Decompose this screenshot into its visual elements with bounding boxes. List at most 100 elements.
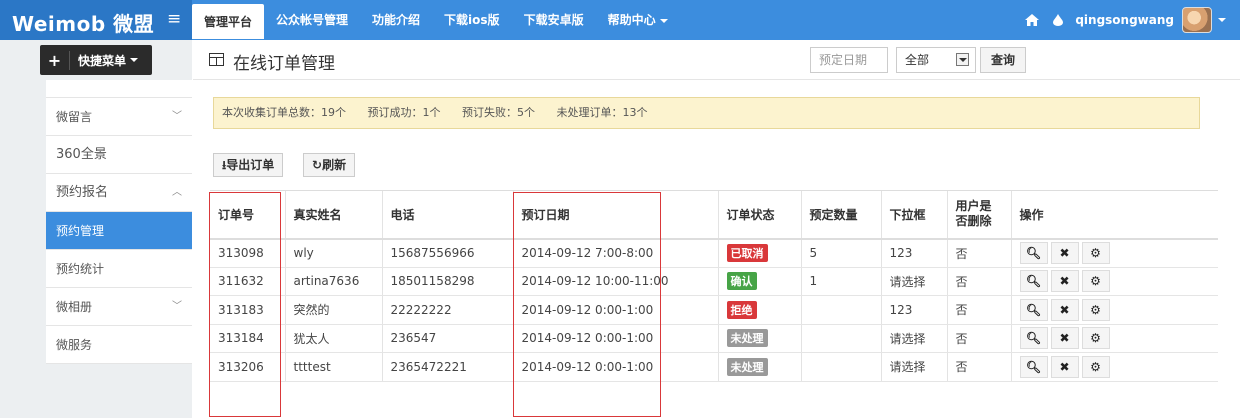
cell-user-deleted: 否	[946, 267, 1011, 296]
col-header-quantity[interactable]: 预定数量	[800, 190, 881, 240]
delete-button[interactable]: ✖	[1050, 355, 1079, 378]
refresh-label: 刷新	[322, 158, 347, 172]
nav-item-admin-platform[interactable]: 管理平台	[192, 4, 265, 39]
chevron-down-icon[interactable]	[1218, 18, 1226, 22]
table-header-row: 订单号 真实姓名 电话 预订日期 订单状态 预定数量 下拉框 用户是否删除 操作	[210, 190, 1218, 240]
col-header-phone[interactable]: 电话	[381, 190, 513, 240]
cell-actions: 🔍︎ ✖ ⚙	[1010, 267, 1218, 296]
view-button[interactable]: 🔍︎	[1019, 242, 1048, 264]
table-row[interactable]: 313183 突然的 22222222 2014-09-12 0:00-1:00…	[210, 295, 1218, 325]
sidebar-item-label: 预约统计	[56, 262, 105, 276]
reservation-date-input[interactable]: 预定日期	[810, 47, 888, 73]
cell-actions: 🔍︎ ✖ ⚙	[1010, 352, 1218, 382]
sidebar-item-label: 微相册	[56, 300, 93, 314]
status-filter-select[interactable]: 全部	[896, 47, 976, 73]
nav-item-download-ios[interactable]: 下载ios版	[432, 0, 512, 40]
status-filter-value: 全部	[905, 53, 930, 67]
search-icon: 🔍︎	[1025, 246, 1042, 260]
cell-user-deleted: 否	[946, 352, 1011, 382]
settings-button[interactable]: ⚙	[1081, 270, 1110, 293]
logo[interactable]: Weimob 微盟	[12, 8, 154, 37]
status-badge: 未处理	[726, 329, 768, 348]
cell-actions: 🔍︎ ✖ ⚙	[1010, 238, 1218, 268]
export-orders-button[interactable]: ⭳导出订单	[213, 153, 284, 177]
close-icon: ✖	[1059, 302, 1070, 317]
settings-button[interactable]: ⚙	[1081, 298, 1110, 321]
settings-button[interactable]: ⚙	[1081, 327, 1110, 350]
cell-dropdown: 请选择	[880, 267, 947, 296]
settings-button[interactable]: ⚙	[1081, 355, 1110, 378]
table-row[interactable]: 313098 wly 15687556966 2014-09-12 7:00-8…	[210, 238, 1218, 268]
chevron-down-icon	[130, 58, 139, 62]
view-button[interactable]: 🔍︎	[1019, 270, 1048, 293]
cell-real-name: wly	[284, 238, 382, 268]
select-arrow-icon	[956, 53, 969, 66]
col-header-reservation-date[interactable]: 预订日期	[512, 190, 718, 240]
chevron-up-icon: ︿	[172, 187, 182, 198]
nav-item-help-center[interactable]: 帮助中心	[596, 0, 680, 40]
search-icon: 🔍︎	[1025, 274, 1042, 289]
status-badge: 拒绝	[726, 300, 757, 319]
col-header-user-deleted[interactable]: 用户是否删除	[946, 190, 1011, 240]
view-button[interactable]: 🔍︎	[1019, 355, 1048, 378]
view-button[interactable]: 🔍︎	[1019, 327, 1048, 350]
delete-button[interactable]: ✖	[1050, 242, 1079, 264]
cell-reservation-date: 2014-09-12 0:00-1:00	[512, 352, 718, 382]
cell-status: 未处理	[717, 324, 801, 353]
username[interactable]: qingsongwang	[1075, 13, 1174, 27]
hamburger-menu-icon[interactable]: ≡	[167, 9, 181, 29]
table-row[interactable]: 313206 ttttest 2365472221 2014-09-12 0:0…	[210, 352, 1218, 382]
cell-quantity: 1	[800, 267, 881, 296]
cell-status: 拒绝	[717, 295, 801, 325]
sidebar-item-reservation-stats[interactable]: 预约统计	[46, 250, 192, 288]
cell-order-no: 313183	[210, 295, 285, 325]
delete-button[interactable]: ✖	[1050, 327, 1079, 350]
sidebar-item-label: 预约报名	[56, 185, 109, 200]
view-button[interactable]: 🔍︎	[1019, 298, 1048, 321]
page-header: 在线订单管理 预定日期 全部 查询	[193, 40, 1240, 80]
sidebar-item-label: 360全景	[56, 147, 107, 162]
sidebar-item-service[interactable]: 微服务	[46, 326, 192, 364]
cell-status: 确认	[717, 267, 801, 296]
sidebar-item-reservation[interactable]: 预约报名 ︿	[46, 174, 192, 212]
avatar[interactable]	[1182, 7, 1212, 33]
nav-item-download-android[interactable]: 下载安卓版	[512, 0, 596, 40]
cell-dropdown: 请选择	[880, 324, 947, 353]
search-icon: 🔍︎	[1025, 302, 1042, 317]
theme-drop-icon[interactable]	[1053, 14, 1064, 26]
sidebar: + 快捷菜单 微留言 ﹀ 360全景 预约报名 ︿ 预约管理 预约统计 微相册 ﹀ 微…	[0, 40, 192, 418]
table-row[interactable]: 313184 犹太人 236547 2014-09-12 0:00-1:00 未…	[210, 324, 1218, 353]
cell-actions: 🔍︎ ✖ ⚙	[1010, 324, 1218, 353]
nav-item-features[interactable]: 功能介绍	[360, 0, 432, 40]
sidebar-item-label: 微留言	[56, 110, 93, 124]
sidebar-item-label: 预约管理	[56, 224, 105, 238]
refresh-button[interactable]: ↻刷新	[303, 153, 356, 177]
sidebar-item-360-panorama[interactable]: 360全景	[46, 136, 192, 174]
delete-button[interactable]: ✖	[1050, 270, 1079, 293]
cell-quantity	[800, 324, 881, 353]
summary-pending: 未处理订单：13个	[556, 106, 648, 119]
sidebar-item-reservation-management[interactable]: 预约管理	[46, 212, 192, 250]
summary-success: 预订成功：1个	[367, 106, 441, 119]
cell-phone: 2365472221	[381, 352, 513, 382]
home-icon[interactable]	[1025, 14, 1040, 26]
gear-icon: ⚙	[1090, 331, 1101, 346]
order-summary-banner: 本次收集订单总数：19个 预订成功：1个 预订失败：5个 未处理订单：13个	[213, 97, 1200, 129]
col-header-real-name[interactable]: 真实姓名	[284, 190, 382, 240]
nav-item-account-management[interactable]: 公众帐号管理	[264, 0, 360, 40]
cell-order-no: 313184	[210, 324, 285, 353]
col-header-order-no[interactable]: 订单号	[210, 190, 285, 240]
quick-menu-button[interactable]: + 快捷菜单	[40, 45, 152, 75]
help-center-label: 帮助中心	[607, 13, 656, 27]
delete-button[interactable]: ✖	[1050, 298, 1079, 321]
col-header-status[interactable]: 订单状态	[717, 190, 801, 240]
sidebar-item-message[interactable]: 微留言 ﹀	[46, 98, 192, 136]
top-bar: Weimob 微盟 ≡ 管理平台 公众帐号管理 功能介绍 下载ios版 下载安卓…	[0, 0, 1240, 40]
settings-button[interactable]: ⚙	[1081, 242, 1110, 264]
query-button[interactable]: 查询	[980, 47, 1026, 73]
cell-real-name: ttttest	[284, 352, 382, 382]
table-row[interactable]: 311632 artina7636 18501158298 2014-09-12…	[210, 267, 1218, 296]
sidebar-item-album[interactable]: 微相册 ﹀	[46, 288, 192, 326]
col-header-dropdown[interactable]: 下拉框	[880, 190, 947, 240]
main-content: 在线订单管理 预定日期 全部 查询 本次收集订单总数：19个 预订成功：1个 预…	[193, 40, 1240, 418]
